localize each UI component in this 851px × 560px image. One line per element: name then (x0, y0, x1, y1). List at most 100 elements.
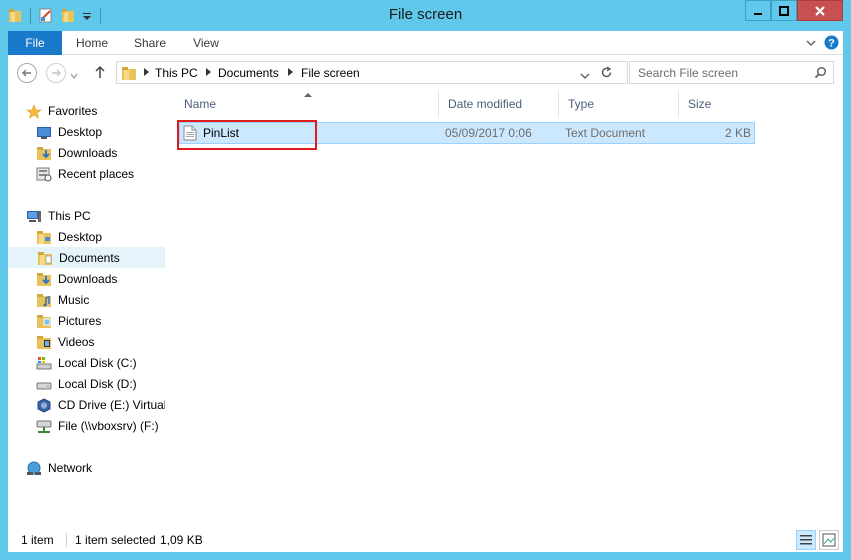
nav-item-label: Pictures (58, 314, 102, 328)
column-header-size[interactable]: Size (679, 91, 759, 117)
navigation-pane[interactable]: Favorites Desktop Downloads Recent place… (8, 91, 165, 528)
details-view-icon (800, 535, 812, 545)
nav-item-label: Desktop (58, 125, 103, 139)
pictures-icon (36, 314, 52, 329)
close-button[interactable] (797, 0, 843, 21)
breadcrumb-arrow-icon[interactable] (206, 68, 211, 76)
up-arrow-icon[interactable] (94, 65, 106, 82)
nav-this-pc-network-drive-f[interactable]: File (\\vboxsrv) (F:) (36, 416, 165, 437)
nav-item-label: Recent places (58, 167, 135, 181)
search-box[interactable]: Search File screen (629, 61, 834, 84)
svg-text:?: ? (828, 38, 835, 50)
address-bar[interactable]: This PC Documents File screen (116, 61, 628, 84)
address-dropdown-icon[interactable] (580, 69, 590, 83)
nav-item-label: Desktop (58, 230, 103, 244)
nav-this-pc-documents[interactable]: Documents (8, 247, 165, 268)
nav-this-pc-pictures[interactable]: Pictures (36, 311, 165, 332)
documents-icon (37, 251, 53, 266)
breadcrumb-arrow-icon[interactable] (144, 68, 149, 76)
recent-places-icon (36, 167, 52, 182)
tab-share[interactable]: Share (124, 31, 176, 55)
videos-icon (36, 335, 52, 350)
breadcrumb-documents[interactable]: Documents (218, 66, 279, 80)
minimize-icon (754, 12, 762, 15)
computer-icon (26, 209, 42, 224)
refresh-icon[interactable] (600, 66, 613, 82)
network-icon (26, 461, 42, 476)
window-title: File screen (388, 6, 463, 23)
nav-this-pc-local-disk-c[interactable]: Local Disk (C:) (36, 353, 165, 374)
nav-network-label: Network (48, 461, 93, 475)
ribbon: File Home Share View ? (8, 31, 843, 55)
tab-file[interactable]: File (8, 31, 62, 55)
main-area: Favorites Desktop Downloads Recent place… (8, 91, 843, 528)
system-drive-icon (36, 356, 52, 371)
large-icons-view-icon (822, 533, 836, 547)
downloads-icon (36, 272, 52, 287)
star-icon (26, 104, 42, 119)
separator (66, 533, 67, 547)
music-icon (36, 293, 52, 308)
minimize-button[interactable] (745, 0, 771, 21)
desktop-icon (36, 125, 52, 140)
large-icons-view-button[interactable] (819, 530, 839, 550)
desktop-folder-icon (36, 230, 52, 245)
file-size: 2 KB (724, 126, 751, 140)
maximize-button[interactable] (771, 0, 797, 21)
breadcrumb-this-pc[interactable]: This PC (155, 66, 198, 80)
nav-this-pc-desktop[interactable]: Desktop (36, 227, 165, 248)
expand-ribbon-icon[interactable] (805, 37, 817, 51)
forward-arrow-icon (52, 69, 61, 77)
forward-button[interactable] (46, 63, 66, 83)
highlight-annotation (177, 120, 317, 150)
file-list[interactable]: Name Date modified Type Size PinList 05/… (175, 91, 843, 528)
tab-view[interactable]: View (180, 31, 232, 55)
file-type: Text Document (565, 126, 646, 140)
help-icon[interactable]: ? (824, 35, 839, 53)
nav-favorites-recent-places[interactable]: Recent places (36, 164, 165, 185)
back-button[interactable] (17, 63, 37, 83)
nav-item-label: Downloads (58, 272, 118, 286)
recent-locations-icon[interactable] (70, 69, 78, 83)
nav-network[interactable]: Network (26, 458, 165, 479)
nav-favorites-desktop[interactable]: Desktop (36, 122, 165, 143)
nav-item-label: Local Disk (C:) (58, 356, 137, 370)
nav-item-label: Music (58, 293, 90, 307)
column-header-row: Name Date modified Type Size (175, 91, 759, 117)
nav-this-pc-downloads[interactable]: Downloads (36, 269, 165, 290)
network-drive-icon (36, 419, 52, 434)
nav-favorites-label: Favorites (48, 104, 98, 118)
address-row: This PC Documents File screen Search Fil… (8, 55, 843, 91)
column-header-type[interactable]: Type (559, 91, 679, 117)
nav-favorites[interactable]: Favorites (26, 101, 165, 122)
nav-item-label: Downloads (58, 146, 118, 160)
status-selection: 1 item selected (75, 533, 156, 547)
details-view-button[interactable] (796, 530, 816, 550)
status-bar: 1 item 1 item selected 1,09 KB (8, 528, 843, 552)
drive-icon (36, 377, 52, 392)
maximize-icon (779, 5, 789, 16)
cd-drive-icon (36, 398, 52, 413)
tab-home[interactable]: Home (66, 31, 118, 55)
breadcrumb-arrow-icon[interactable] (288, 68, 293, 76)
search-input[interactable]: Search File screen (638, 66, 738, 80)
nav-this-pc-music[interactable]: Music (36, 290, 165, 311)
nav-item-label: Videos (58, 335, 95, 349)
nav-item-label: Documents (59, 251, 120, 265)
status-item-count: 1 item (21, 533, 54, 547)
nav-item-label: Local Disk (D:) (58, 377, 137, 391)
nav-this-pc-videos[interactable]: Videos (36, 332, 165, 353)
nav-this-pc-cd-drive[interactable]: CD Drive (E:) VirtualBox Guest Additions (36, 395, 165, 416)
nav-favorites-downloads[interactable]: Downloads (36, 143, 165, 164)
folder-icon (121, 65, 137, 84)
status-selection-size: 1,09 KB (160, 533, 203, 547)
title-bar: File screen (0, 0, 851, 31)
breadcrumb-file-screen[interactable]: File screen (301, 66, 360, 80)
close-icon (815, 5, 825, 16)
column-header-name[interactable]: Name (175, 91, 439, 117)
nav-this-pc[interactable]: This PC (26, 206, 165, 227)
column-header-date-modified[interactable]: Date modified (439, 91, 559, 117)
nav-this-pc-local-disk-d[interactable]: Local Disk (D:) (36, 374, 165, 395)
file-date-modified: 05/09/2017 0:06 (445, 126, 532, 140)
back-arrow-icon (22, 69, 31, 77)
